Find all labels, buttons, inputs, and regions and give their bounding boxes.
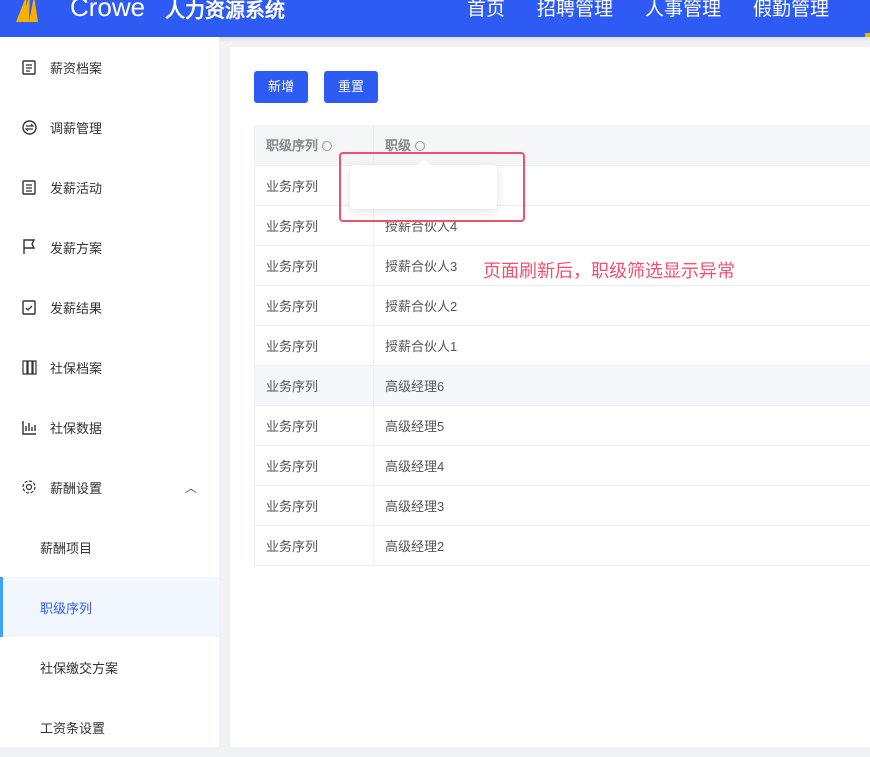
flag-icon — [20, 238, 38, 256]
column-label: 职级 — [385, 138, 411, 153]
rank-cell: 高级经理6 — [374, 365, 870, 405]
table-row[interactable]: 业务序列高级经理5 — [255, 405, 870, 445]
sidebar-item-social-data[interactable]: 社保数据 — [0, 397, 219, 457]
table-row[interactable]: 业务序列高级经理3 — [255, 485, 870, 525]
rank-cell: 授薪合伙人1 — [374, 325, 870, 365]
sidebar-item-label: 职级序列 — [40, 598, 92, 617]
exchange-icon — [20, 118, 38, 136]
table-row[interactable]: 业务序列高级经理6 — [255, 365, 870, 405]
sidebar-subitem-social-plan[interactable]: 社保缴交方案 — [0, 637, 219, 697]
sidebar-item-salary-adjust[interactable]: 调薪管理 — [0, 97, 219, 157]
nav-indicator — [865, 33, 870, 37]
sequence-cell: 业务序列 — [255, 445, 374, 485]
table-row[interactable]: 业务序列高级经理4 — [255, 445, 870, 485]
sidebar-item-pay-plan[interactable]: 发薪方案 — [0, 217, 219, 277]
sidebar-subitem-salary-items[interactable]: 薪酬项目 — [0, 517, 219, 577]
sidebar-item-label: 发薪方案 — [50, 238, 102, 257]
sequence-cell: 业务序列 — [255, 245, 374, 285]
nav-attendance[interactable]: 假勤管理 — [753, 0, 829, 21]
sidebar-item-social-archive[interactable]: 社保档案 — [0, 337, 219, 397]
sequence-cell: 业务序列 — [255, 325, 374, 365]
sidebar-item-label: 薪酬项目 — [40, 538, 92, 557]
top-nav: 首页 招聘管理 人事管理 假勤管理 — [467, 0, 829, 21]
sidebar-item-label: 薪资档案 — [50, 58, 102, 77]
sequence-cell: 业务序列 — [255, 285, 374, 325]
grid-icon — [20, 358, 38, 376]
search-icon[interactable] — [415, 141, 425, 151]
rank-cell: 高级经理5 — [374, 405, 870, 445]
column-label: 职级序列 — [266, 138, 318, 153]
sidebar-item-salary-archive[interactable]: 薪资档案 — [0, 37, 219, 97]
system-name: 人力资源系统 — [165, 0, 285, 23]
gear-icon — [20, 478, 38, 496]
nav-recruit[interactable]: 招聘管理 — [537, 0, 613, 21]
sidebar-item-pay-result[interactable]: 发薪结果 — [0, 277, 219, 337]
rank-cell: 高级经理2 — [374, 525, 870, 565]
chevron-up-icon[interactable]: ︿ — [185, 479, 197, 496]
sidebar-subitem-rank-sequence[interactable]: 职级序列 — [0, 577, 219, 637]
sidebar: 薪资档案 调薪管理 发薪活动 发薪方案 发薪结果 社保档案 社保数据 薪酬设置 ︿… — [0, 37, 219, 747]
sidebar-item-pay-activity[interactable]: 发薪活动 — [0, 157, 219, 217]
brand-name: Crowe — [70, 0, 145, 23]
nav-personnel[interactable]: 人事管理 — [645, 0, 721, 21]
sidebar-item-label: 社保数据 — [50, 418, 102, 437]
annotation-text: 页面刷新后，职级筛选显示异常 — [483, 257, 735, 283]
sidebar-item-label: 发薪结果 — [50, 298, 102, 317]
sidebar-item-label: 社保缴交方案 — [40, 658, 118, 677]
table-row[interactable]: 业务序列授薪合伙人2 — [255, 285, 870, 325]
bar-chart-icon — [20, 418, 38, 436]
sequence-cell: 业务序列 — [255, 365, 374, 405]
rank-cell: 高级经理4 — [374, 445, 870, 485]
nav-home[interactable]: 首页 — [467, 0, 505, 21]
table-row[interactable]: 业务序列授薪合伙人1 — [255, 325, 870, 365]
clipboard-check-icon — [20, 298, 38, 316]
sidebar-item-label: 社保档案 — [50, 358, 102, 377]
sidebar-item-label: 工资条设置 — [40, 718, 105, 737]
sidebar-item-label: 发薪活动 — [50, 178, 102, 197]
sidebar-subitem-payslip-settings[interactable]: 工资条设置 — [0, 697, 219, 757]
filter-popup[interactable] — [350, 165, 497, 209]
document-icon — [20, 58, 38, 76]
content-card: 新增 重置 职级序列 职级 业务序列业务序列授薪合伙人4业务序列授薪合伙人3业务… — [230, 47, 870, 747]
crowe-logo-icon — [14, 0, 40, 22]
clipboard-icon — [20, 178, 38, 196]
add-button[interactable]: 新增 — [254, 71, 308, 103]
sidebar-item-salary-settings[interactable]: 薪酬设置 ︿ — [0, 457, 219, 517]
top-header: Crowe 人力资源系统 首页 招聘管理 人事管理 假勤管理 — [0, 0, 870, 37]
search-icon[interactable] — [322, 141, 332, 151]
sidebar-item-label: 调薪管理 — [50, 118, 102, 137]
sidebar-item-label: 薪酬设置 — [50, 478, 102, 497]
reset-button[interactable]: 重置 — [324, 71, 378, 103]
sequence-cell: 业务序列 — [255, 525, 374, 565]
rank-cell: 授薪合伙人2 — [374, 285, 870, 325]
sequence-cell: 业务序列 — [255, 405, 374, 445]
rank-cell: 高级经理3 — [374, 485, 870, 525]
sequence-cell: 业务序列 — [255, 485, 374, 525]
table-row[interactable]: 业务序列高级经理2 — [255, 525, 870, 565]
